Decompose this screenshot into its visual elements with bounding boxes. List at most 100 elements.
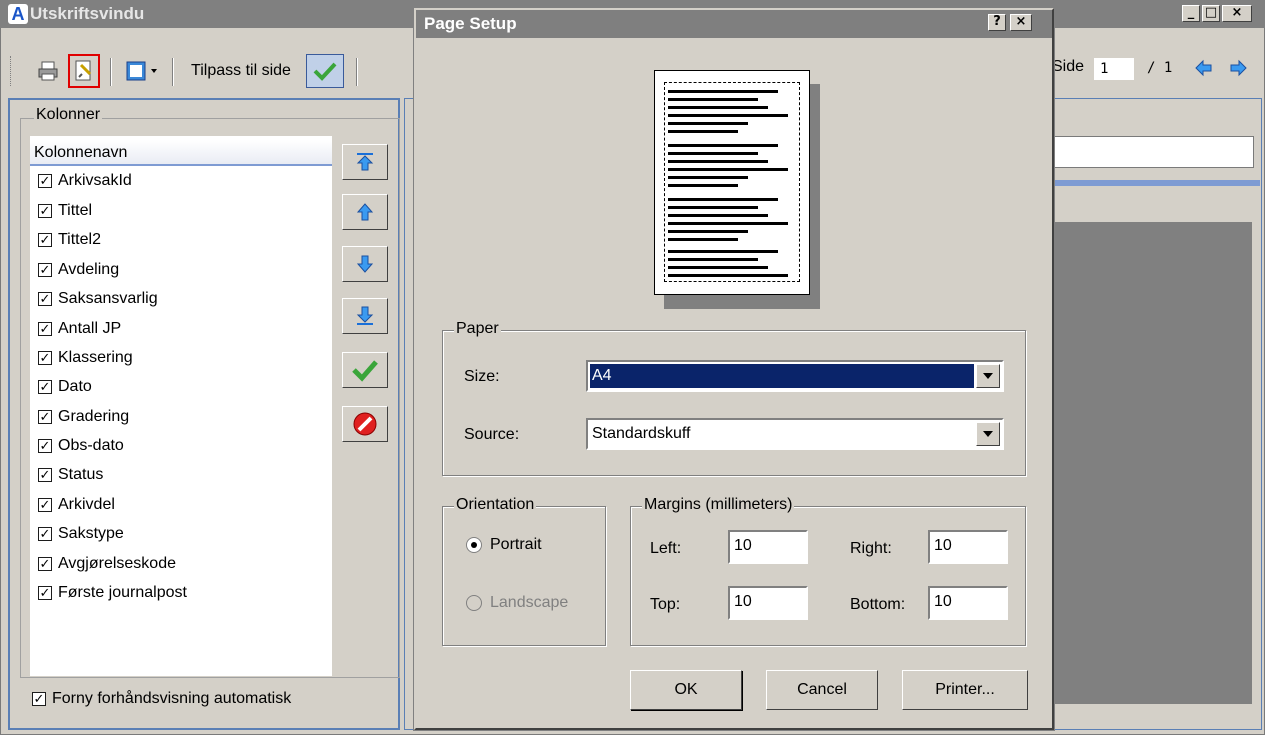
source-select[interactable]: Standardskuff (586, 418, 1004, 450)
page-setup-button[interactable] (68, 54, 100, 88)
list-item[interactable]: ✓ Dato (38, 375, 92, 399)
window-title: Utskriftsvindu (30, 4, 145, 23)
print-button[interactable] (32, 54, 64, 88)
preview-text-line (668, 144, 778, 147)
arrow-left-icon (1195, 59, 1212, 77)
arrow-up-icon (356, 203, 374, 221)
checkbox[interactable]: ✓ (32, 692, 46, 706)
dropdown-arrow-icon[interactable] (976, 364, 1000, 388)
list-item[interactable]: ✓ Antall JP (38, 317, 121, 341)
list-item[interactable]: ✓ Tittel2 (38, 228, 101, 252)
portrait-label: Portrait (490, 536, 542, 553)
checkbox[interactable]: ✓ (38, 468, 52, 482)
checkbox[interactable]: ✓ (38, 557, 52, 571)
no-entry-icon (353, 412, 377, 436)
cancel-button[interactable]: Cancel (766, 670, 878, 710)
page-layout-dropdown[interactable] (120, 54, 166, 88)
page-number-input[interactable]: 1 (1094, 58, 1134, 80)
toolbar-separator (172, 58, 174, 86)
arrow-top-icon (356, 153, 374, 171)
list-item[interactable]: ✓ Arkivdel (38, 493, 115, 517)
list-item[interactable]: ✓ ArkivsakId (38, 169, 132, 193)
fit-to-page-label: Tilpass til side (191, 62, 291, 79)
list-item[interactable]: ✓ Avdeling (38, 258, 119, 282)
preview-text-line (668, 214, 768, 217)
size-value: A4 (590, 364, 974, 388)
minimize-button[interactable]: _ (1182, 5, 1200, 22)
title-input[interactable] (1050, 136, 1254, 168)
checkbox[interactable]: ✓ (38, 174, 52, 188)
maximize-button[interactable]: □ (1202, 5, 1220, 22)
radio-empty-icon (466, 595, 482, 611)
list-item[interactable]: ✓ Tittel (38, 199, 92, 223)
list-item[interactable]: ✓ Klassering (38, 346, 133, 370)
source-value: Standardskuff (592, 425, 691, 442)
list-item[interactable]: ✓ Saksansvarlig (38, 287, 158, 311)
prev-page-button[interactable] (1194, 58, 1214, 83)
app-logo-icon: A (8, 4, 28, 24)
ok-button[interactable]: OK (630, 670, 742, 710)
apply-button[interactable] (342, 352, 388, 388)
list-item[interactable]: ✓ Gradering (38, 405, 129, 429)
checkbox[interactable]: ✓ (38, 322, 52, 336)
top-margin-input[interactable]: 10 (728, 586, 808, 620)
move-to-bottom-button[interactable] (342, 298, 388, 334)
checkbox[interactable]: ✓ (38, 498, 52, 512)
preview-text-line (668, 160, 768, 163)
page-label: Side (1052, 58, 1085, 75)
list-item[interactable]: ✓ Avgjørelseskode (38, 552, 176, 576)
checkbox[interactable]: ✓ (38, 351, 52, 365)
source-label: Source: (464, 426, 520, 443)
landscape-radio[interactable]: Landscape (466, 594, 568, 612)
checkbox[interactable]: ✓ (38, 410, 52, 424)
auto-refresh-label: Forny forhåndsvisning automatisk (52, 690, 292, 707)
size-select[interactable]: A4 (586, 360, 1004, 392)
help-button[interactable]: ? (988, 14, 1006, 31)
landscape-label: Landscape (490, 594, 569, 611)
next-page-button[interactable] (1228, 58, 1248, 83)
move-up-button[interactable] (342, 194, 388, 230)
bottom-margin-label: Bottom: (850, 596, 906, 613)
list-item[interactable]: ✓ Obs-dato (38, 434, 124, 458)
preview-text-line (668, 98, 758, 101)
column-header[interactable]: Kolonnenavn (30, 140, 332, 166)
arrow-bottom-icon (356, 306, 374, 325)
toolbar-grip[interactable] (10, 56, 13, 86)
bottom-margin-input[interactable]: 10 (928, 586, 1008, 620)
preview-text-line (668, 130, 738, 133)
checkbox[interactable]: ✓ (38, 586, 52, 600)
splitter-bar[interactable] (1050, 180, 1260, 186)
fit-to-page-button[interactable]: Tilpass til side (176, 54, 306, 88)
fit-confirm-button[interactable] (306, 54, 344, 88)
checkbox[interactable]: ✓ (38, 204, 52, 218)
checkbox[interactable]: ✓ (38, 263, 52, 277)
portrait-radio[interactable]: Portrait (466, 536, 542, 554)
printer-button[interactable]: Printer... (902, 670, 1028, 710)
move-down-button[interactable] (342, 246, 388, 282)
top-margin-label: Top: (650, 596, 681, 613)
list-item[interactable]: ✓ Status (38, 463, 103, 487)
checkbox[interactable]: ✓ (38, 233, 52, 247)
dialog-close-button[interactable]: × (1010, 14, 1032, 31)
preview-text-line (668, 90, 778, 93)
list-item[interactable]: ✓ Sakstype (38, 522, 124, 546)
radio-selected-icon (466, 537, 482, 553)
close-button[interactable]: × (1222, 5, 1252, 22)
move-to-top-button[interactable] (342, 144, 388, 180)
checkbox[interactable]: ✓ (38, 380, 52, 394)
checkbox[interactable]: ✓ (38, 292, 52, 306)
print-preview-area (1052, 222, 1252, 704)
checkbox[interactable]: ✓ (38, 439, 52, 453)
cancel-changes-button[interactable] (342, 406, 388, 442)
auto-refresh-checkbox[interactable]: ✓ Forny forhåndsvisning automatisk (32, 690, 291, 708)
dropdown-arrow-icon[interactable] (976, 422, 1000, 446)
left-margin-input[interactable]: 10 (728, 530, 808, 564)
checkbox[interactable]: ✓ (38, 527, 52, 541)
preview-text-line (668, 114, 788, 117)
kolonner-legend: Kolonner (34, 106, 103, 124)
right-margin-input[interactable]: 10 (928, 530, 1008, 564)
preview-text-line (668, 274, 788, 277)
preview-text-line (668, 122, 748, 125)
list-item[interactable]: ✓ Første journalpost (38, 581, 187, 605)
paper-legend: Paper (454, 320, 501, 338)
